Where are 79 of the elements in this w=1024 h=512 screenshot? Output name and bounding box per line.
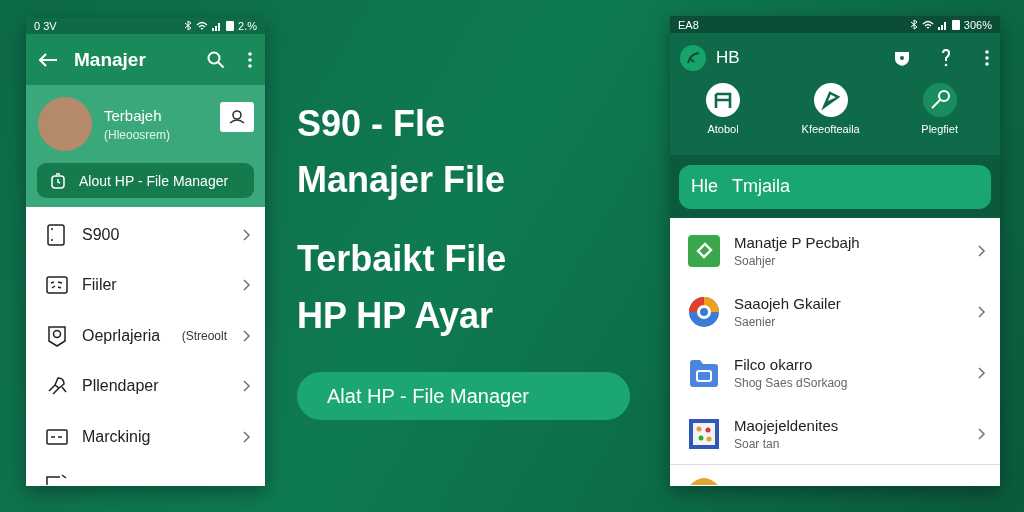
item-label: Oeprlajeria [82, 326, 162, 345]
avatar [38, 97, 92, 152]
signal-icon [937, 19, 948, 30]
app-icon [688, 295, 720, 328]
item-subtitle: Shog Saes dSorkaog [734, 375, 849, 390]
wifi-icon [921, 19, 934, 30]
app-icon [688, 234, 720, 267]
shield-icon[interactable] [894, 50, 910, 66]
item-subtitle: Soahjer [734, 253, 777, 268]
search-icon[interactable] [207, 50, 225, 69]
shortcut-button[interactable]: Atobol [706, 83, 740, 135]
chevron-icon [976, 304, 986, 319]
chevron-icon [976, 243, 986, 258]
shortcut-button[interactable]: Plegfiet [921, 83, 958, 135]
item-title: Filco okarro [734, 355, 814, 373]
list-item[interactable]: S900 [26, 209, 265, 260]
status-time: 0 3V [34, 19, 57, 32]
battery-level: 306% [963, 18, 992, 31]
bluetooth-icon [184, 20, 193, 32]
item-title: Saaojeh Gkailer [734, 294, 842, 312]
app-icon [688, 417, 720, 450]
item-detail: (Streoolt [181, 328, 227, 343]
person-icon [228, 109, 246, 126]
headline-text: Manajer File [297, 158, 507, 202]
battery-icon [951, 19, 960, 30]
shortcut-icon [813, 83, 848, 117]
headline-text: Terbaikt File [297, 237, 508, 281]
item-subtitle: Soar tan [734, 436, 781, 451]
file-manager-banner[interactable]: Alout HP - File Manager [37, 163, 254, 199]
signal-icon [212, 20, 223, 31]
chevron-icon [241, 227, 251, 242]
headline-text: S90 - Fle [297, 102, 447, 146]
item-title: Maojejeldenites [734, 416, 840, 434]
item-label: Pllendaper [82, 377, 160, 396]
profile-action-button[interactable] [220, 102, 254, 133]
app-icon [688, 477, 720, 485]
shortcut-button[interactable]: Kfeeofteaila [801, 83, 860, 135]
banner-label: Hle [691, 176, 718, 197]
clock-icon [51, 172, 65, 189]
chevron-icon [241, 278, 251, 293]
item-label: S900 [82, 225, 121, 244]
bluetooth-icon [909, 19, 918, 30]
headline-text: HP HP Ayar [297, 294, 495, 338]
shortcut-icon [922, 83, 957, 117]
chevron-icon [241, 429, 251, 444]
item-icon [46, 223, 68, 246]
shortcut-icon [706, 83, 740, 117]
back-arrow-icon[interactable] [38, 51, 58, 68]
profile-name: Terbajeh [104, 106, 163, 124]
more-icon[interactable] [247, 50, 253, 69]
chevron-icon [976, 365, 986, 380]
list-item[interactable]: Filco okarro Shog Saes dSorkaog [670, 342, 1000, 403]
profile-subtitle: (Hleoosrem) [104, 127, 171, 142]
chevron-icon [241, 328, 251, 343]
item-label: Marckinig [82, 427, 152, 446]
battery-icon [226, 20, 235, 32]
list-item[interactable]: Manatje P Pecbajh Soahjer [670, 220, 1000, 281]
list-item[interactable]: Marckinig [26, 411, 265, 462]
list-item[interactable]: Maojejeldenites Soar tan [670, 403, 1000, 464]
list-item[interactable]: Oeprlajeria (Streoolt [26, 310, 265, 361]
wifi-icon [196, 20, 209, 31]
item-label: Fiiler [82, 276, 118, 295]
app-logo-icon [680, 45, 706, 71]
more-icon[interactable] [984, 49, 990, 67]
chevron-icon [976, 426, 986, 441]
banner-label: Tmjaila [732, 176, 791, 197]
app-title: Manajer [74, 48, 147, 71]
status-time: EA8 [678, 18, 699, 31]
item-subtitle: Saenier [734, 314, 777, 329]
item-icon [46, 324, 68, 347]
list-item[interactable]: Pllendaper [26, 361, 265, 412]
item-title: Manatje P Pecbajh [734, 233, 861, 251]
battery-level: 2.% [238, 19, 257, 32]
app-title: HB [716, 48, 741, 68]
help-icon[interactable] [942, 49, 950, 67]
chevron-icon [241, 379, 251, 394]
item-icon [46, 274, 68, 297]
list-item[interactable]: Fiiler [26, 260, 265, 311]
list-item[interactable]: Saaojeh Gkailer Saenier [670, 281, 1000, 342]
